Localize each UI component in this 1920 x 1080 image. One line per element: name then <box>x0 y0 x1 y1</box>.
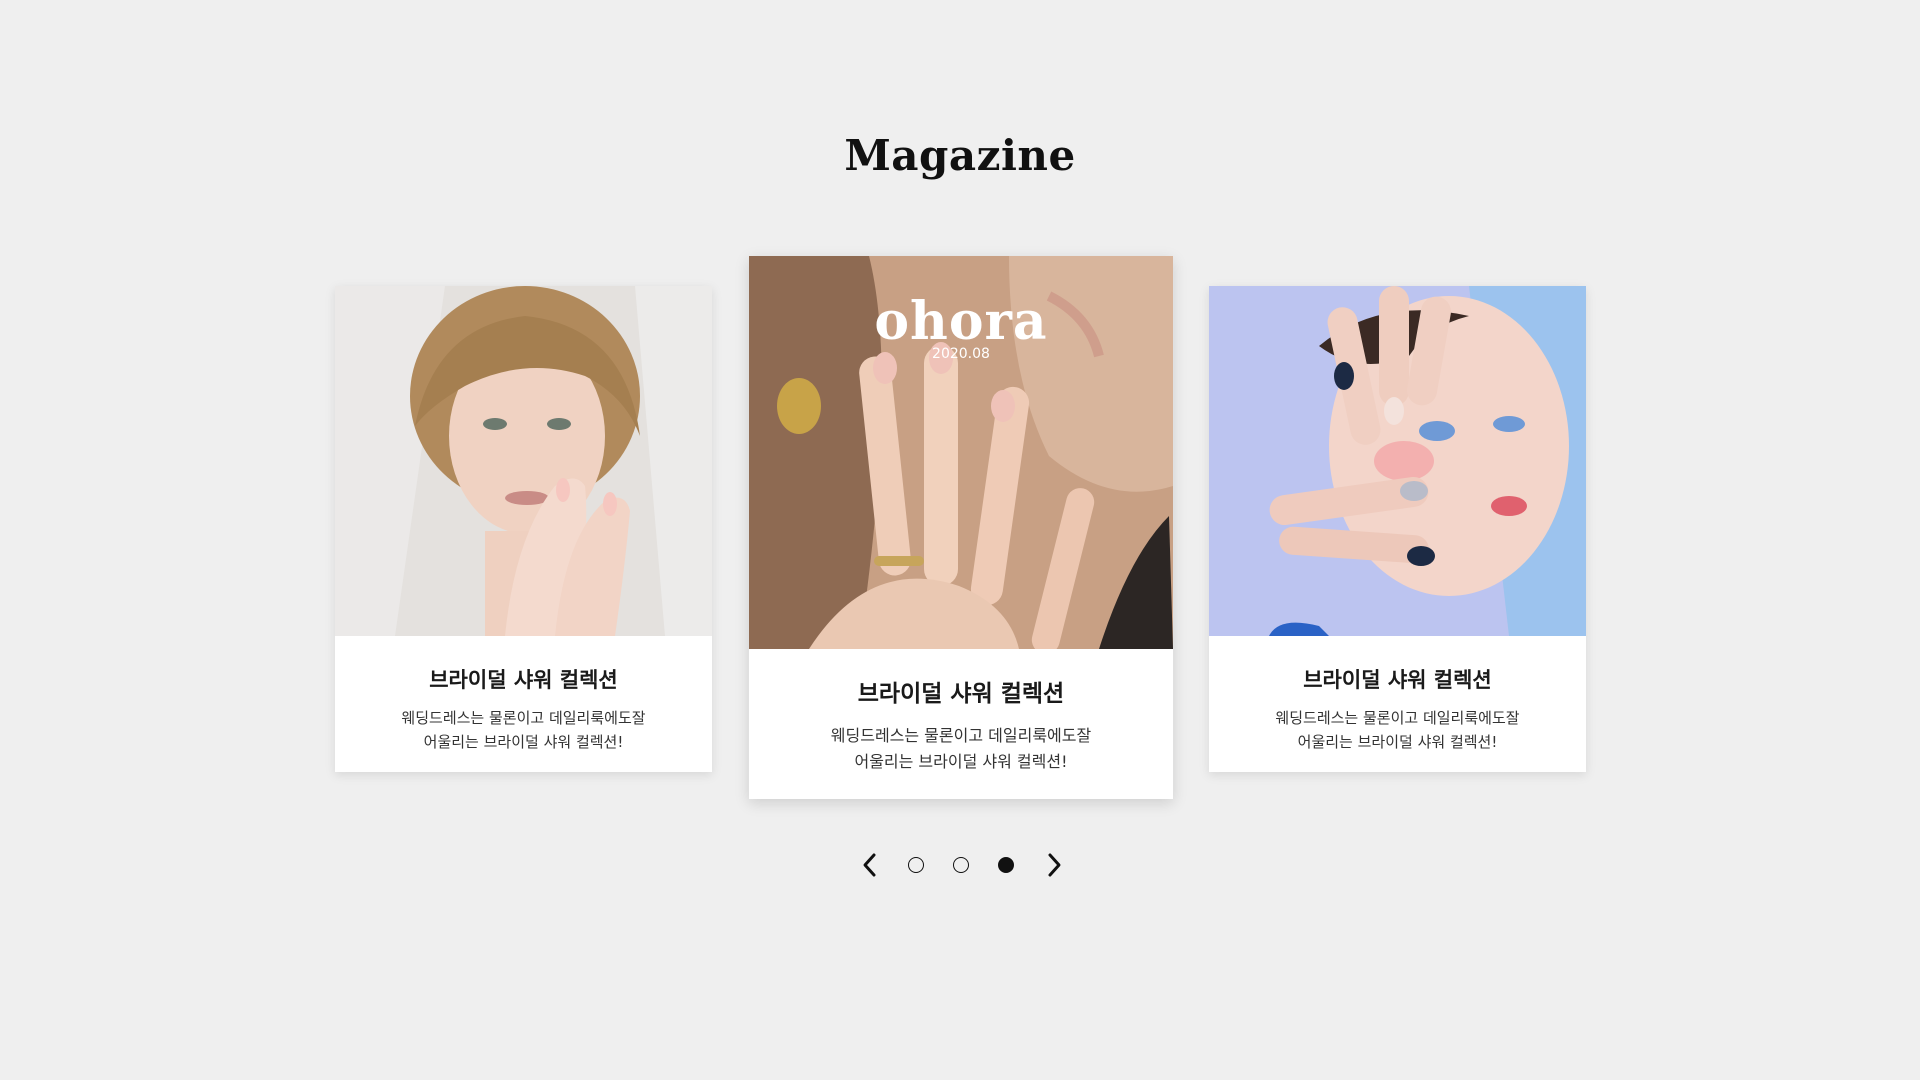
card-description-line: 어울리는 브라이덜 샤워 컬렉션! <box>854 752 1068 771</box>
card-description: 웨딩드레스는 물론이고 데일리룩에도잘 어울리는 브라이덜 샤워 컬렉션! <box>749 723 1173 775</box>
card-image <box>335 286 712 636</box>
card-image: ohora 2020.08 <box>749 256 1173 649</box>
pagination-dot[interactable] <box>953 857 969 873</box>
card-image <box>1209 286 1586 636</box>
model-photo-illustration <box>1209 286 1586 636</box>
card-description-line: 어울리는 브라이덜 샤워 컬렉션! <box>1297 733 1498 751</box>
card-caption: 브라이덜 샤워 컬렉션 웨딩드레스는 물론이고 데일리룩에도잘 어울리는 브라이… <box>335 636 712 772</box>
magazine-card[interactable]: 브라이덜 샤워 컬렉션 웨딩드레스는 물론이고 데일리룩에도잘 어울리는 브라이… <box>335 286 712 772</box>
cover-date: 2020.08 <box>932 346 990 362</box>
card-description-line: 웨딩드레스는 물론이고 데일리룩에도잘 <box>1275 709 1520 727</box>
card-description-line: 웨딩드레스는 물론이고 데일리룩에도잘 <box>401 709 646 727</box>
ohora-logo: ohora <box>874 291 1048 352</box>
card-title: 브라이덜 샤워 컬렉션 <box>1303 668 1492 692</box>
section-title: Magazine <box>844 131 1076 180</box>
magazine-card[interactable]: 브라이덜 샤워 컬렉션 웨딩드레스는 물론이고 데일리룩에도잘 어울리는 브라이… <box>1209 286 1586 772</box>
pagination-dot-active[interactable] <box>998 857 1014 873</box>
card-description-line: 어울리는 브라이덜 샤워 컬렉션! <box>423 733 624 751</box>
pagination-dot[interactable] <box>908 857 924 873</box>
magazine-card-active[interactable]: ohora 2020.08 브라이덜 샤워 컬렉션 웨딩드레스는 물론이고 데일… <box>749 256 1173 799</box>
card-description: 웨딩드레스는 물론이고 데일리룩에도잘 어울리는 브라이덜 샤워 컬렉션! <box>1209 706 1586 754</box>
card-title: 브라이덜 샤워 컬렉션 <box>429 668 618 692</box>
card-caption: 브라이덜 샤워 컬렉션 웨딩드레스는 물론이고 데일리룩에도잘 어울리는 브라이… <box>749 649 1173 799</box>
chevron-left-icon[interactable] <box>857 852 883 878</box>
carousel-pagination <box>0 848 1920 882</box>
chevron-right-icon[interactable] <box>1041 852 1067 878</box>
card-description-line: 웨딩드레스는 물론이고 데일리룩에도잘 <box>830 726 1092 745</box>
model-photo-illustration <box>335 286 712 636</box>
card-description: 웨딩드레스는 물론이고 데일리룩에도잘 어울리는 브라이덜 샤워 컬렉션! <box>335 706 712 754</box>
card-title: 브라이덜 샤워 컬렉션 <box>857 681 1065 707</box>
card-caption: 브라이덜 샤워 컬렉션 웨딩드레스는 물론이고 데일리룩에도잘 어울리는 브라이… <box>1209 636 1586 772</box>
